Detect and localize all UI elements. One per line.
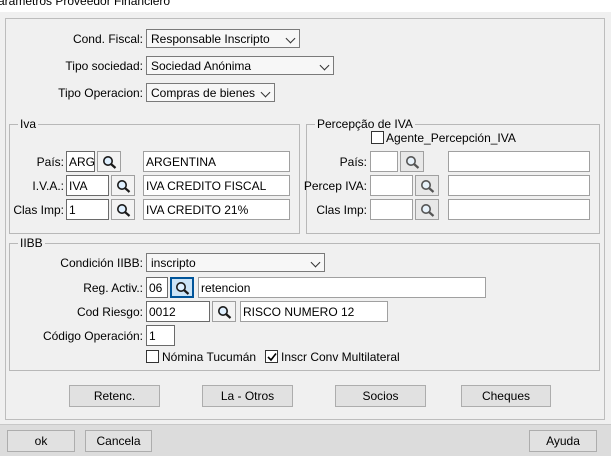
iva-iva-label: I.V.A.: bbox=[32, 179, 64, 193]
iva-iva-search-button[interactable] bbox=[111, 175, 135, 196]
iibb-legend: IIBB bbox=[18, 236, 45, 250]
conv-multilateral-checkbox[interactable] bbox=[265, 350, 278, 363]
iva-pais-desc-input[interactable]: ARGENTINA bbox=[143, 151, 290, 172]
percepcion-pais-desc-input[interactable] bbox=[448, 151, 590, 172]
search-icon bbox=[421, 180, 435, 193]
iva-legend: Iva bbox=[18, 117, 39, 131]
codigo-operacion-input[interactable]: 1 bbox=[146, 325, 175, 346]
search-icon bbox=[421, 204, 435, 217]
cod-riesgo-desc-input[interactable]: RISCO NUMERO 12 bbox=[240, 301, 388, 322]
ayuda-button[interactable]: Ayuda bbox=[529, 430, 597, 452]
cod-riesgo-search-button[interactable] bbox=[212, 301, 236, 322]
iva-clas-label: Clas Imp: bbox=[13, 203, 64, 217]
cheques-button[interactable]: Cheques bbox=[461, 385, 551, 407]
iva-iva-code-input[interactable]: IVA bbox=[66, 175, 109, 196]
percepcion-pais-label: País: bbox=[339, 155, 367, 169]
chevron-down-icon bbox=[285, 33, 296, 44]
iva-clas-search-button[interactable] bbox=[111, 199, 135, 220]
condicion-iibb-label: Condición IIBB: bbox=[60, 256, 143, 270]
percepcion-clas-search-button[interactable] bbox=[415, 199, 439, 220]
la-otros-button[interactable]: La - Otros bbox=[202, 385, 293, 407]
socios-button[interactable]: Socios bbox=[335, 385, 426, 407]
codigo-operacion-label: Código Operación: bbox=[42, 329, 143, 343]
iva-pais-search-button[interactable] bbox=[97, 151, 121, 172]
percepcion-pais-search-button[interactable] bbox=[400, 151, 424, 172]
reg-activ-code-input[interactable]: 06 bbox=[146, 277, 168, 298]
nomina-tucuman-label: Nómina Tucumán bbox=[162, 350, 257, 364]
condicion-iibb-select[interactable]: inscripto bbox=[146, 253, 325, 272]
iva-pais-code-input[interactable]: ARG bbox=[66, 151, 95, 172]
conv-multilateral-label: Inscr Conv Multilateral bbox=[281, 350, 400, 364]
reg-activ-search-button[interactable] bbox=[170, 277, 194, 298]
tipo-operacion-value: Compras de bienes bbox=[151, 86, 256, 100]
search-icon bbox=[103, 156, 117, 169]
iva-pais-label: País: bbox=[36, 155, 64, 169]
percepcion-pais-code-input[interactable] bbox=[370, 151, 398, 172]
percepcion-percep-label: Percep IVA: bbox=[303, 179, 367, 193]
iva-clas-code-input[interactable]: 1 bbox=[66, 199, 109, 220]
search-icon bbox=[117, 204, 131, 217]
chevron-down-icon bbox=[260, 87, 271, 98]
iva-clas-desc-input[interactable]: IVA CREDITO 21% bbox=[143, 199, 290, 220]
percepcion-clas-code-input[interactable] bbox=[370, 199, 413, 220]
search-icon bbox=[117, 180, 131, 193]
cond-fiscal-select[interactable]: Responsable Inscripto bbox=[146, 29, 300, 48]
percepcion-percep-code-input[interactable] bbox=[370, 175, 413, 196]
agente-percepcion-checkbox[interactable] bbox=[371, 131, 384, 144]
tipo-sociedad-value: Sociedad Anónima bbox=[151, 59, 252, 73]
percepcion-clas-label: Clas Imp: bbox=[316, 203, 367, 217]
checkmark-icon bbox=[267, 353, 277, 362]
tipo-sociedad-label: Tipo sociedad: bbox=[65, 59, 143, 73]
reg-activ-label: Reg. Activ.: bbox=[83, 281, 143, 295]
cond-fiscal-value: Responsable Inscripto bbox=[151, 32, 270, 46]
percepcion-percep-search-button[interactable] bbox=[415, 175, 439, 196]
window-title: arametros Proveedor Financiero bbox=[0, 0, 171, 8]
tipo-operacion-select[interactable]: Compras de bienes bbox=[146, 83, 275, 102]
tipo-operacion-label: Tipo Operacion: bbox=[58, 86, 143, 100]
iva-iva-desc-input[interactable]: IVA CREDITO FISCAL bbox=[143, 175, 290, 196]
agente-percepcion-label: Agente_Percepción_IVA bbox=[386, 131, 516, 145]
tipo-sociedad-select[interactable]: Sociedad Anónima bbox=[146, 56, 334, 75]
search-icon bbox=[176, 282, 190, 295]
chevron-down-icon bbox=[310, 257, 321, 268]
cod-riesgo-code-input[interactable]: 0012 bbox=[146, 301, 210, 322]
cond-fiscal-label: Cond. Fiscal: bbox=[72, 32, 143, 46]
percepcion-clas-desc-input[interactable] bbox=[448, 199, 590, 220]
window-titlebar: arametros Proveedor Financiero bbox=[0, 0, 611, 12]
condicion-iibb-value: inscripto bbox=[151, 256, 196, 270]
search-icon bbox=[218, 306, 232, 319]
cancela-button[interactable]: Cancela bbox=[85, 430, 152, 452]
ok-button[interactable]: ok bbox=[7, 430, 75, 452]
retenc-button[interactable]: Retenc. bbox=[69, 385, 160, 407]
search-icon bbox=[406, 156, 420, 169]
percepcion-legend: Percepção de IVA bbox=[315, 117, 415, 131]
reg-activ-desc-input[interactable]: retencion bbox=[198, 277, 486, 298]
percepcion-percep-desc-input[interactable] bbox=[448, 175, 590, 196]
chevron-down-icon bbox=[319, 60, 330, 71]
nomina-tucuman-checkbox[interactable] bbox=[146, 350, 159, 363]
cod-riesgo-label: Cod Riesgo: bbox=[76, 305, 143, 319]
